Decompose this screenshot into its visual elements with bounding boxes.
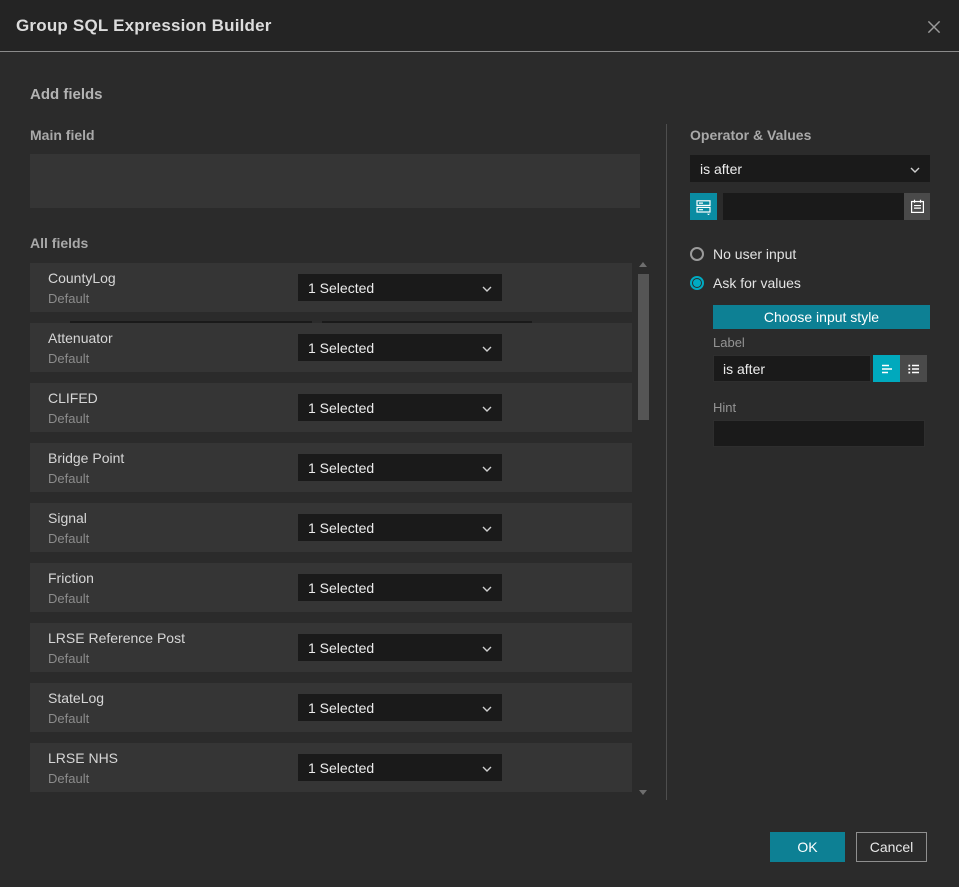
field-name: CLIFED — [48, 390, 98, 406]
label-field-label: Label — [713, 335, 745, 350]
all-fields-heading: All fields — [30, 235, 89, 251]
hint-input[interactable] — [713, 420, 925, 447]
stacked-values-icon — [695, 198, 712, 215]
label-input[interactable] — [713, 355, 871, 382]
main-field-heading: Main field — [30, 127, 95, 143]
align-left-icon — [879, 361, 895, 377]
field-selected-value: 1 Selected — [308, 279, 375, 296]
scrollbar-up-arrow[interactable] — [639, 262, 647, 267]
field-selected-value: 1 Selected — [308, 459, 375, 476]
field-selected-value: 1 Selected — [308, 759, 375, 776]
field-selected-dropdown[interactable]: 1 Selected — [298, 634, 502, 661]
field-name: StateLog — [48, 690, 105, 706]
radio-no-user-input-label: No user input — [713, 246, 797, 262]
field-selected-dropdown[interactable]: 1 Selected — [298, 454, 502, 481]
field-row: Bridge Point Default 1 Selected — [30, 443, 632, 492]
field-row: CLIFED Default 1 Selected — [30, 383, 632, 432]
field-name: Bridge Point — [48, 450, 125, 466]
bullet-list-icon — [906, 361, 922, 377]
group-sql-expression-builder-dialog: Group SQL Expression Builder Add fields … — [0, 0, 959, 887]
chevron-down-icon — [482, 279, 492, 297]
field-subtitle: Default — [48, 591, 90, 606]
field-name: Signal — [48, 510, 87, 526]
chevron-down-icon — [482, 759, 492, 777]
all-fields-list: CountyLog Default 1 Selected Attenuator … — [30, 263, 632, 803]
main-field-box: CountyLog | Default To Date — [30, 154, 640, 351]
dialog-title: Group SQL Expression Builder — [16, 15, 272, 35]
field-selected-dropdown[interactable]: 1 Selected — [298, 274, 502, 301]
value-source-button[interactable] — [690, 193, 717, 220]
field-name: LRSE Reference Post — [48, 630, 185, 646]
scrollbar-thumb[interactable] — [638, 274, 649, 420]
field-subtitle: Default — [48, 471, 90, 486]
operator-select-value: is after — [700, 160, 743, 177]
chevron-down-icon — [910, 160, 920, 178]
field-selected-dropdown[interactable]: 1 Selected — [298, 394, 502, 421]
value-input[interactable] — [723, 193, 904, 220]
field-row: StateLog Default 1 Selected — [30, 683, 632, 732]
field-selected-value: 1 Selected — [308, 639, 375, 656]
radio-selected-icon — [690, 276, 704, 290]
field-selected-dropdown[interactable]: 1 Selected — [298, 754, 502, 781]
field-row: LRSE NHS Default 1 Selected — [30, 743, 632, 792]
chevron-down-icon — [482, 399, 492, 417]
field-selected-value: 1 Selected — [308, 579, 375, 596]
cancel-button[interactable]: Cancel — [856, 832, 927, 862]
radio-no-user-input[interactable]: No user input — [690, 246, 796, 262]
operator-select[interactable]: is after — [690, 155, 930, 182]
field-name: Attenuator — [48, 330, 113, 346]
field-subtitle: Default — [48, 711, 90, 726]
radio-ask-for-values-label: Ask for values — [713, 275, 801, 291]
panel-divider — [666, 124, 667, 800]
field-selected-dropdown[interactable]: 1 Selected — [298, 514, 502, 541]
chevron-down-icon — [482, 699, 492, 717]
field-subtitle: Default — [48, 771, 90, 786]
field-selected-dropdown[interactable]: 1 Selected — [298, 694, 502, 721]
chevron-down-icon — [482, 579, 492, 597]
field-subtitle: Default — [48, 291, 90, 306]
field-row: CountyLog Default 1 Selected — [30, 263, 632, 312]
field-selected-dropdown[interactable]: 1 Selected — [298, 334, 502, 361]
close-icon[interactable] — [923, 16, 945, 38]
scrollbar-down-arrow[interactable] — [639, 790, 647, 795]
field-selected-value: 1 Selected — [308, 339, 375, 356]
field-selected-value: 1 Selected — [308, 699, 375, 716]
field-row: Attenuator Default 1 Selected — [30, 323, 632, 372]
date-picker-button[interactable] — [904, 193, 930, 220]
field-row: Friction Default 1 Selected — [30, 563, 632, 612]
field-row: Signal Default 1 Selected — [30, 503, 632, 552]
calendar-icon — [910, 199, 925, 214]
input-style-list-button[interactable] — [900, 355, 927, 382]
radio-ask-for-values[interactable]: Ask for values — [690, 275, 801, 291]
field-subtitle: Default — [48, 411, 90, 426]
chevron-down-icon — [482, 459, 492, 477]
ok-button[interactable]: OK — [770, 832, 845, 862]
field-name: Friction — [48, 570, 94, 586]
field-subtitle: Default — [48, 651, 90, 666]
chevron-down-icon — [482, 519, 492, 537]
add-fields-heading: Add fields — [30, 86, 103, 103]
field-selected-value: 1 Selected — [308, 399, 375, 416]
choose-input-style-button[interactable]: Choose input style — [713, 305, 930, 329]
chevron-down-icon — [482, 339, 492, 357]
field-name: LRSE NHS — [48, 750, 119, 766]
field-name: CountyLog — [48, 270, 116, 286]
radio-circle-icon — [690, 247, 704, 261]
field-selected-dropdown[interactable]: 1 Selected — [298, 574, 502, 601]
field-selected-value: 1 Selected — [308, 519, 375, 536]
field-row: LRSE Reference Post Default 1 Selected — [30, 623, 632, 672]
hint-field-label: Hint — [713, 400, 737, 415]
chevron-down-icon — [482, 639, 492, 657]
dialog-titlebar: Group SQL Expression Builder — [0, 0, 959, 52]
operator-values-heading: Operator & Values — [690, 127, 812, 143]
field-subtitle: Default — [48, 351, 90, 366]
input-style-single-button[interactable] — [873, 355, 900, 382]
field-subtitle: Default — [48, 531, 90, 546]
